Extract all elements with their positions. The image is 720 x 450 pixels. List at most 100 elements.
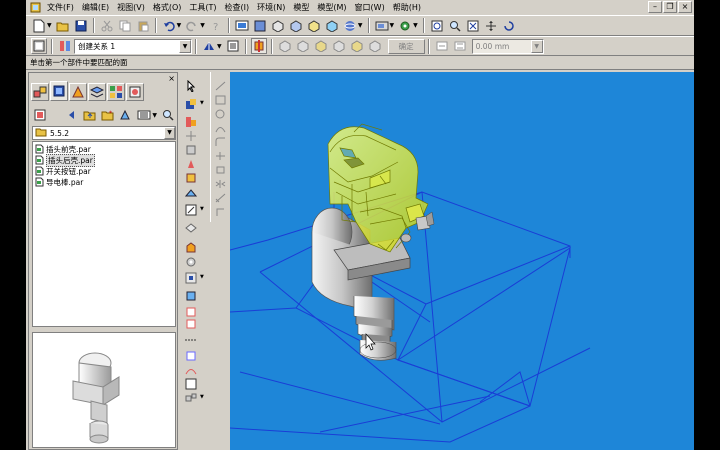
menu-format[interactable]: 格式(O) <box>149 0 186 15</box>
library-view-icon[interactable] <box>32 107 48 123</box>
list-view-icon[interactable] <box>136 107 152 123</box>
chevron-down-icon[interactable]: ▼ <box>47 22 52 29</box>
menu-edit[interactable]: 编辑(E) <box>78 0 113 15</box>
search-icon[interactable] <box>160 107 176 123</box>
select-arrow-icon[interactable] <box>184 80 198 92</box>
folder-selector[interactable]: 5.5.2 ▼ <box>32 126 176 140</box>
organize-icon[interactable] <box>118 107 134 123</box>
menu-model-a[interactable]: 模型 <box>289 0 313 15</box>
restore-icon[interactable]: ❐ <box>663 1 677 13</box>
render-sphere-icon[interactable] <box>342 18 358 34</box>
up-folder-icon[interactable] <box>82 107 98 123</box>
pan-icon[interactable] <box>483 18 499 34</box>
group-icon[interactable] <box>184 144 198 156</box>
pattern-icon[interactable] <box>184 158 198 170</box>
chevron-down-icon[interactable]: ▼ <box>413 22 418 29</box>
move-part-icon[interactable] <box>184 130 198 142</box>
sketch-mirror-icon[interactable] <box>214 178 227 189</box>
save-icon[interactable] <box>73 18 89 34</box>
chevron-down-icon[interactable]: ▼ <box>530 39 543 53</box>
view-top-icon[interactable] <box>270 18 286 34</box>
step-1-icon[interactable] <box>277 38 293 54</box>
fit-icon[interactable] <box>465 18 481 34</box>
rotate-icon[interactable] <box>501 18 517 34</box>
view-dimetric-icon[interactable] <box>324 18 340 34</box>
path-icon[interactable] <box>184 364 198 376</box>
chevron-down-icon[interactable]: ▼ <box>200 100 204 106</box>
options-icon[interactable] <box>225 38 241 54</box>
new-file-icon[interactable] <box>31 18 47 34</box>
cutout-icon[interactable] <box>184 272 198 284</box>
chevron-down-icon[interactable]: ▼ <box>177 22 182 29</box>
menu-model[interactable]: 模型(M) <box>313 0 350 15</box>
tab-layers[interactable] <box>88 83 106 101</box>
back-icon[interactable] <box>64 107 80 123</box>
menu-file[interactable]: 文件(F) <box>43 0 78 15</box>
bom-icon[interactable] <box>184 378 198 390</box>
chain-icon[interactable] <box>184 334 198 346</box>
assemble-icon[interactable] <box>184 116 198 128</box>
offset-fixed-icon[interactable] <box>434 38 450 54</box>
minimize-icon[interactable]: – <box>648 1 662 13</box>
sketch-relate-icon[interactable] <box>214 206 227 217</box>
tab-sensors[interactable] <box>126 83 144 101</box>
tab-parts-library[interactable] <box>50 81 68 101</box>
copy-icon[interactable] <box>117 18 133 34</box>
relation-type-icon[interactable] <box>57 38 73 54</box>
sketch-line-icon[interactable] <box>214 80 227 91</box>
hole-icon[interactable] <box>184 256 198 268</box>
tab-assembly-pathfinder[interactable] <box>31 83 49 101</box>
list-item[interactable]: 插头后壳.par <box>33 154 175 167</box>
menu-view[interactable]: 视图(V) <box>113 0 149 15</box>
offset-float-icon[interactable] <box>452 38 468 54</box>
step-6-icon[interactable] <box>367 38 383 54</box>
zoom-area-icon[interactable] <box>429 18 445 34</box>
paste-icon[interactable] <box>135 18 151 34</box>
menu-inspect[interactable]: 检查(I) <box>221 0 254 15</box>
zoom-icon[interactable] <box>447 18 463 34</box>
ribbon-select-icon[interactable] <box>31 38 47 54</box>
relation-combo[interactable]: 创建关系 1 ▼ <box>74 38 192 54</box>
explode-icon[interactable] <box>184 392 198 404</box>
open-folder-icon[interactable] <box>55 18 71 34</box>
3d-viewport[interactable] <box>230 72 694 450</box>
offset-value-field[interactable]: 0.00 mm ▼ <box>471 38 544 54</box>
view-iso-icon[interactable] <box>306 18 322 34</box>
app-icon[interactable] <box>29 2 41 14</box>
chevron-down-icon[interactable]: ▼ <box>358 22 363 29</box>
display-config-icon[interactable] <box>234 18 250 34</box>
sketch-circle-icon[interactable] <box>214 108 227 119</box>
menu-environment[interactable]: 环境(N) <box>253 0 289 15</box>
feature-a-icon[interactable] <box>184 306 198 318</box>
step-4-icon[interactable] <box>331 38 347 54</box>
revolve-icon[interactable] <box>184 290 198 302</box>
insert-part-icon[interactable] <box>184 98 198 110</box>
part-step-icon[interactable] <box>250 38 267 54</box>
sketch-dimension-icon[interactable] <box>214 192 227 203</box>
chevron-down-icon[interactable]: ▼ <box>200 274 204 280</box>
undo-icon[interactable] <box>161 18 177 34</box>
menu-tools[interactable]: 工具(T) <box>185 0 220 15</box>
extrude-icon[interactable] <box>184 242 198 254</box>
new-folder-icon[interactable]: * <box>100 107 116 123</box>
sketch-icon[interactable] <box>184 204 198 216</box>
list-item[interactable]: 导电棒.par <box>33 177 175 188</box>
menu-window[interactable]: 窗口(W) <box>351 0 389 15</box>
redo-icon[interactable] <box>184 18 200 34</box>
feature-b-icon[interactable] <box>184 318 198 330</box>
help-icon[interactable]: ? <box>208 18 224 34</box>
chevron-down-icon[interactable]: ▼ <box>200 394 204 400</box>
chevron-down-icon[interactable]: ▼ <box>164 127 175 139</box>
menu-help[interactable]: 帮助(H) <box>389 0 425 15</box>
tab-features[interactable] <box>69 83 87 101</box>
sketch-fillet-icon[interactable] <box>214 136 227 147</box>
step-2-icon[interactable] <box>295 38 311 54</box>
sketch-offset-icon[interactable] <box>214 164 227 175</box>
cut-icon[interactable] <box>99 18 115 34</box>
chevron-down-icon[interactable]: ▼ <box>200 206 204 212</box>
step-5-icon[interactable] <box>349 38 365 54</box>
shading-icon[interactable] <box>374 18 390 34</box>
close-icon[interactable]: × <box>168 74 175 83</box>
chevron-down-icon[interactable]: ▼ <box>390 22 395 29</box>
gear-icon[interactable] <box>397 18 413 34</box>
